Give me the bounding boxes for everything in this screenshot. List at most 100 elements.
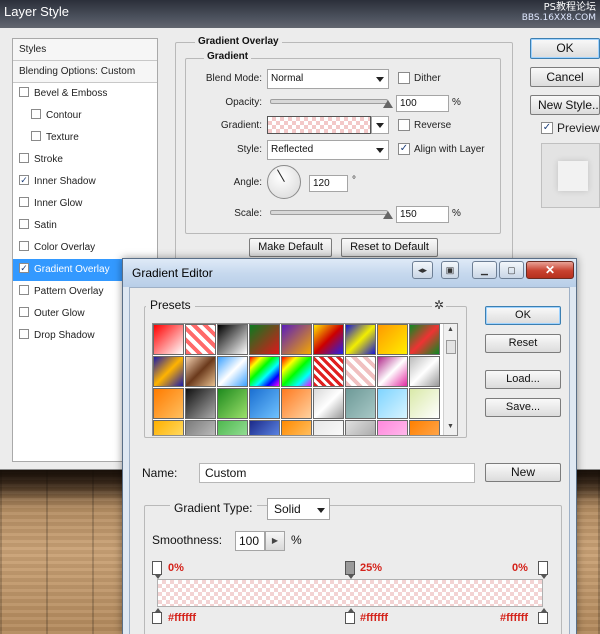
style-item-contour[interactable]: Contour xyxy=(13,105,157,127)
style-item-checkbox[interactable] xyxy=(31,109,41,120)
preset-swatch[interactable] xyxy=(217,324,248,355)
opacity-input[interactable]: 100 xyxy=(396,95,449,112)
preset-swatch[interactable] xyxy=(281,420,312,435)
cancel-button[interactable]: Cancel xyxy=(530,67,600,87)
scroll-down-icon[interactable]: ▼ xyxy=(447,423,454,430)
preset-swatch[interactable] xyxy=(217,420,248,435)
preset-swatch[interactable] xyxy=(153,420,184,435)
gradient-editor-titlebar[interactable]: Gradient Editor ◂▸ ▣ ▁ ▢ ✕ xyxy=(123,259,576,287)
angle-dial[interactable] xyxy=(267,165,301,199)
preset-swatch[interactable] xyxy=(281,388,312,419)
color-stop-right[interactable] xyxy=(538,608,548,624)
make-default-button[interactable]: Make Default xyxy=(249,238,332,257)
style-item-bevel-emboss[interactable]: Bevel & Emboss xyxy=(13,83,157,105)
angle-input[interactable]: 120 xyxy=(309,175,348,192)
style-item-satin[interactable]: Satin xyxy=(13,215,157,237)
presets-scrollbar[interactable]: ▲ ▼ xyxy=(443,324,457,435)
ge-load-button[interactable]: Load... xyxy=(485,370,561,389)
style-item-checkbox[interactable] xyxy=(19,153,29,164)
preset-swatch[interactable] xyxy=(409,324,440,355)
style-item-checkbox[interactable] xyxy=(19,307,29,318)
scale-slider-knob[interactable] xyxy=(383,211,393,219)
color-stop-left[interactable] xyxy=(152,608,162,624)
layer-style-titlebar[interactable]: Layer Style PS教程论坛 BBS.16XX8.COM xyxy=(0,0,600,28)
scroll-thumb[interactable] xyxy=(446,340,456,354)
opacity-stop-left[interactable] xyxy=(152,561,162,579)
preset-swatch[interactable] xyxy=(345,388,376,419)
reverse-checkbox[interactable] xyxy=(398,119,410,131)
preset-swatch[interactable] xyxy=(185,420,216,435)
style-item-blending-options-custom[interactable]: Blending Options: Custom xyxy=(13,61,157,83)
preset-swatch[interactable] xyxy=(345,324,376,355)
expand-icon[interactable]: ◂▸ xyxy=(412,261,433,279)
scale-input[interactable]: 150 xyxy=(396,206,449,223)
preset-swatch[interactable] xyxy=(313,324,344,355)
style-item-checkbox[interactable] xyxy=(19,285,29,296)
preset-swatch[interactable] xyxy=(377,324,408,355)
style-item-inner-glow[interactable]: Inner Glow xyxy=(13,193,157,215)
preset-swatch[interactable] xyxy=(313,388,344,419)
preset-swatch[interactable] xyxy=(249,324,280,355)
minimize-icon[interactable]: ▁ xyxy=(472,261,497,279)
preset-swatch[interactable] xyxy=(249,420,280,435)
ge-reset-button[interactable]: Reset xyxy=(485,334,561,353)
preset-swatch[interactable] xyxy=(249,356,280,387)
gradient-preview-bar[interactable] xyxy=(157,579,543,607)
ok-button[interactable]: OK xyxy=(530,38,600,59)
preset-swatch[interactable] xyxy=(153,324,184,355)
preset-swatch[interactable] xyxy=(153,356,184,387)
dither-checkbox[interactable] xyxy=(398,72,410,84)
color-stop-middle[interactable] xyxy=(345,608,355,624)
opacity-stop-right[interactable] xyxy=(538,561,548,579)
style-item-color-overlay[interactable]: Color Overlay xyxy=(13,237,157,259)
style-item-checkbox[interactable] xyxy=(19,87,29,98)
opacity-slider[interactable] xyxy=(270,99,388,104)
close-icon[interactable]: ✕ xyxy=(526,261,574,279)
style-item-inner-shadow[interactable]: ✓ Inner Shadow xyxy=(13,171,157,193)
preset-swatch[interactable] xyxy=(345,356,376,387)
preset-swatch[interactable] xyxy=(313,420,344,435)
ge-ok-button[interactable]: OK xyxy=(485,306,561,325)
style-item-checkbox[interactable] xyxy=(19,329,29,340)
name-input[interactable]: Custom xyxy=(199,463,475,483)
preset-swatch[interactable] xyxy=(217,388,248,419)
scale-slider[interactable] xyxy=(270,210,388,215)
align-checkbox[interactable]: ✓ xyxy=(398,143,410,155)
gradient-dropdown[interactable] xyxy=(371,116,389,134)
preset-swatch[interactable] xyxy=(281,356,312,387)
style-item-checkbox[interactable] xyxy=(19,197,29,208)
style-item-checkbox[interactable]: ✓ xyxy=(19,263,29,274)
style-item-checkbox[interactable] xyxy=(31,131,41,142)
pin-icon[interactable]: ▣ xyxy=(441,261,459,279)
preset-swatch[interactable] xyxy=(345,420,376,435)
opacity-slider-knob[interactable] xyxy=(383,100,393,108)
ge-save-button[interactable]: Save... xyxy=(485,398,561,417)
preset-swatch[interactable] xyxy=(185,324,216,355)
smoothness-input[interactable]: 100 xyxy=(235,531,265,551)
ge-new-button[interactable]: New xyxy=(485,463,561,482)
preset-swatch[interactable] xyxy=(281,324,312,355)
preset-swatch[interactable] xyxy=(377,356,408,387)
smoothness-stepper[interactable]: ▶ xyxy=(265,531,285,551)
scroll-up-icon[interactable]: ▲ xyxy=(447,326,454,333)
style-item-stroke[interactable]: Stroke xyxy=(13,149,157,171)
preset-swatch[interactable] xyxy=(185,388,216,419)
gear-icon[interactable]: ✲ xyxy=(432,298,447,312)
new-style-button[interactable]: New Style... xyxy=(530,95,600,115)
preset-swatch[interactable] xyxy=(217,356,248,387)
preset-swatch[interactable] xyxy=(185,356,216,387)
reset-to-default-button[interactable]: Reset to Default xyxy=(341,238,438,257)
preset-swatch[interactable] xyxy=(249,388,280,419)
style-item-texture[interactable]: Texture xyxy=(13,127,157,149)
preset-swatch[interactable] xyxy=(313,356,344,387)
preset-swatch[interactable] xyxy=(409,356,440,387)
opacity-stop-middle[interactable] xyxy=(345,561,355,579)
preset-swatch[interactable] xyxy=(153,388,184,419)
style-select[interactable]: Reflected xyxy=(267,140,389,160)
gradient-type-select[interactable]: Solid xyxy=(267,498,330,520)
preset-swatch[interactable] xyxy=(377,420,408,435)
maximize-icon[interactable]: ▢ xyxy=(499,261,524,279)
preset-swatch[interactable] xyxy=(409,420,440,435)
styles-header[interactable]: Styles xyxy=(13,39,157,61)
preview-checkbox[interactable]: ✓ xyxy=(541,122,553,134)
